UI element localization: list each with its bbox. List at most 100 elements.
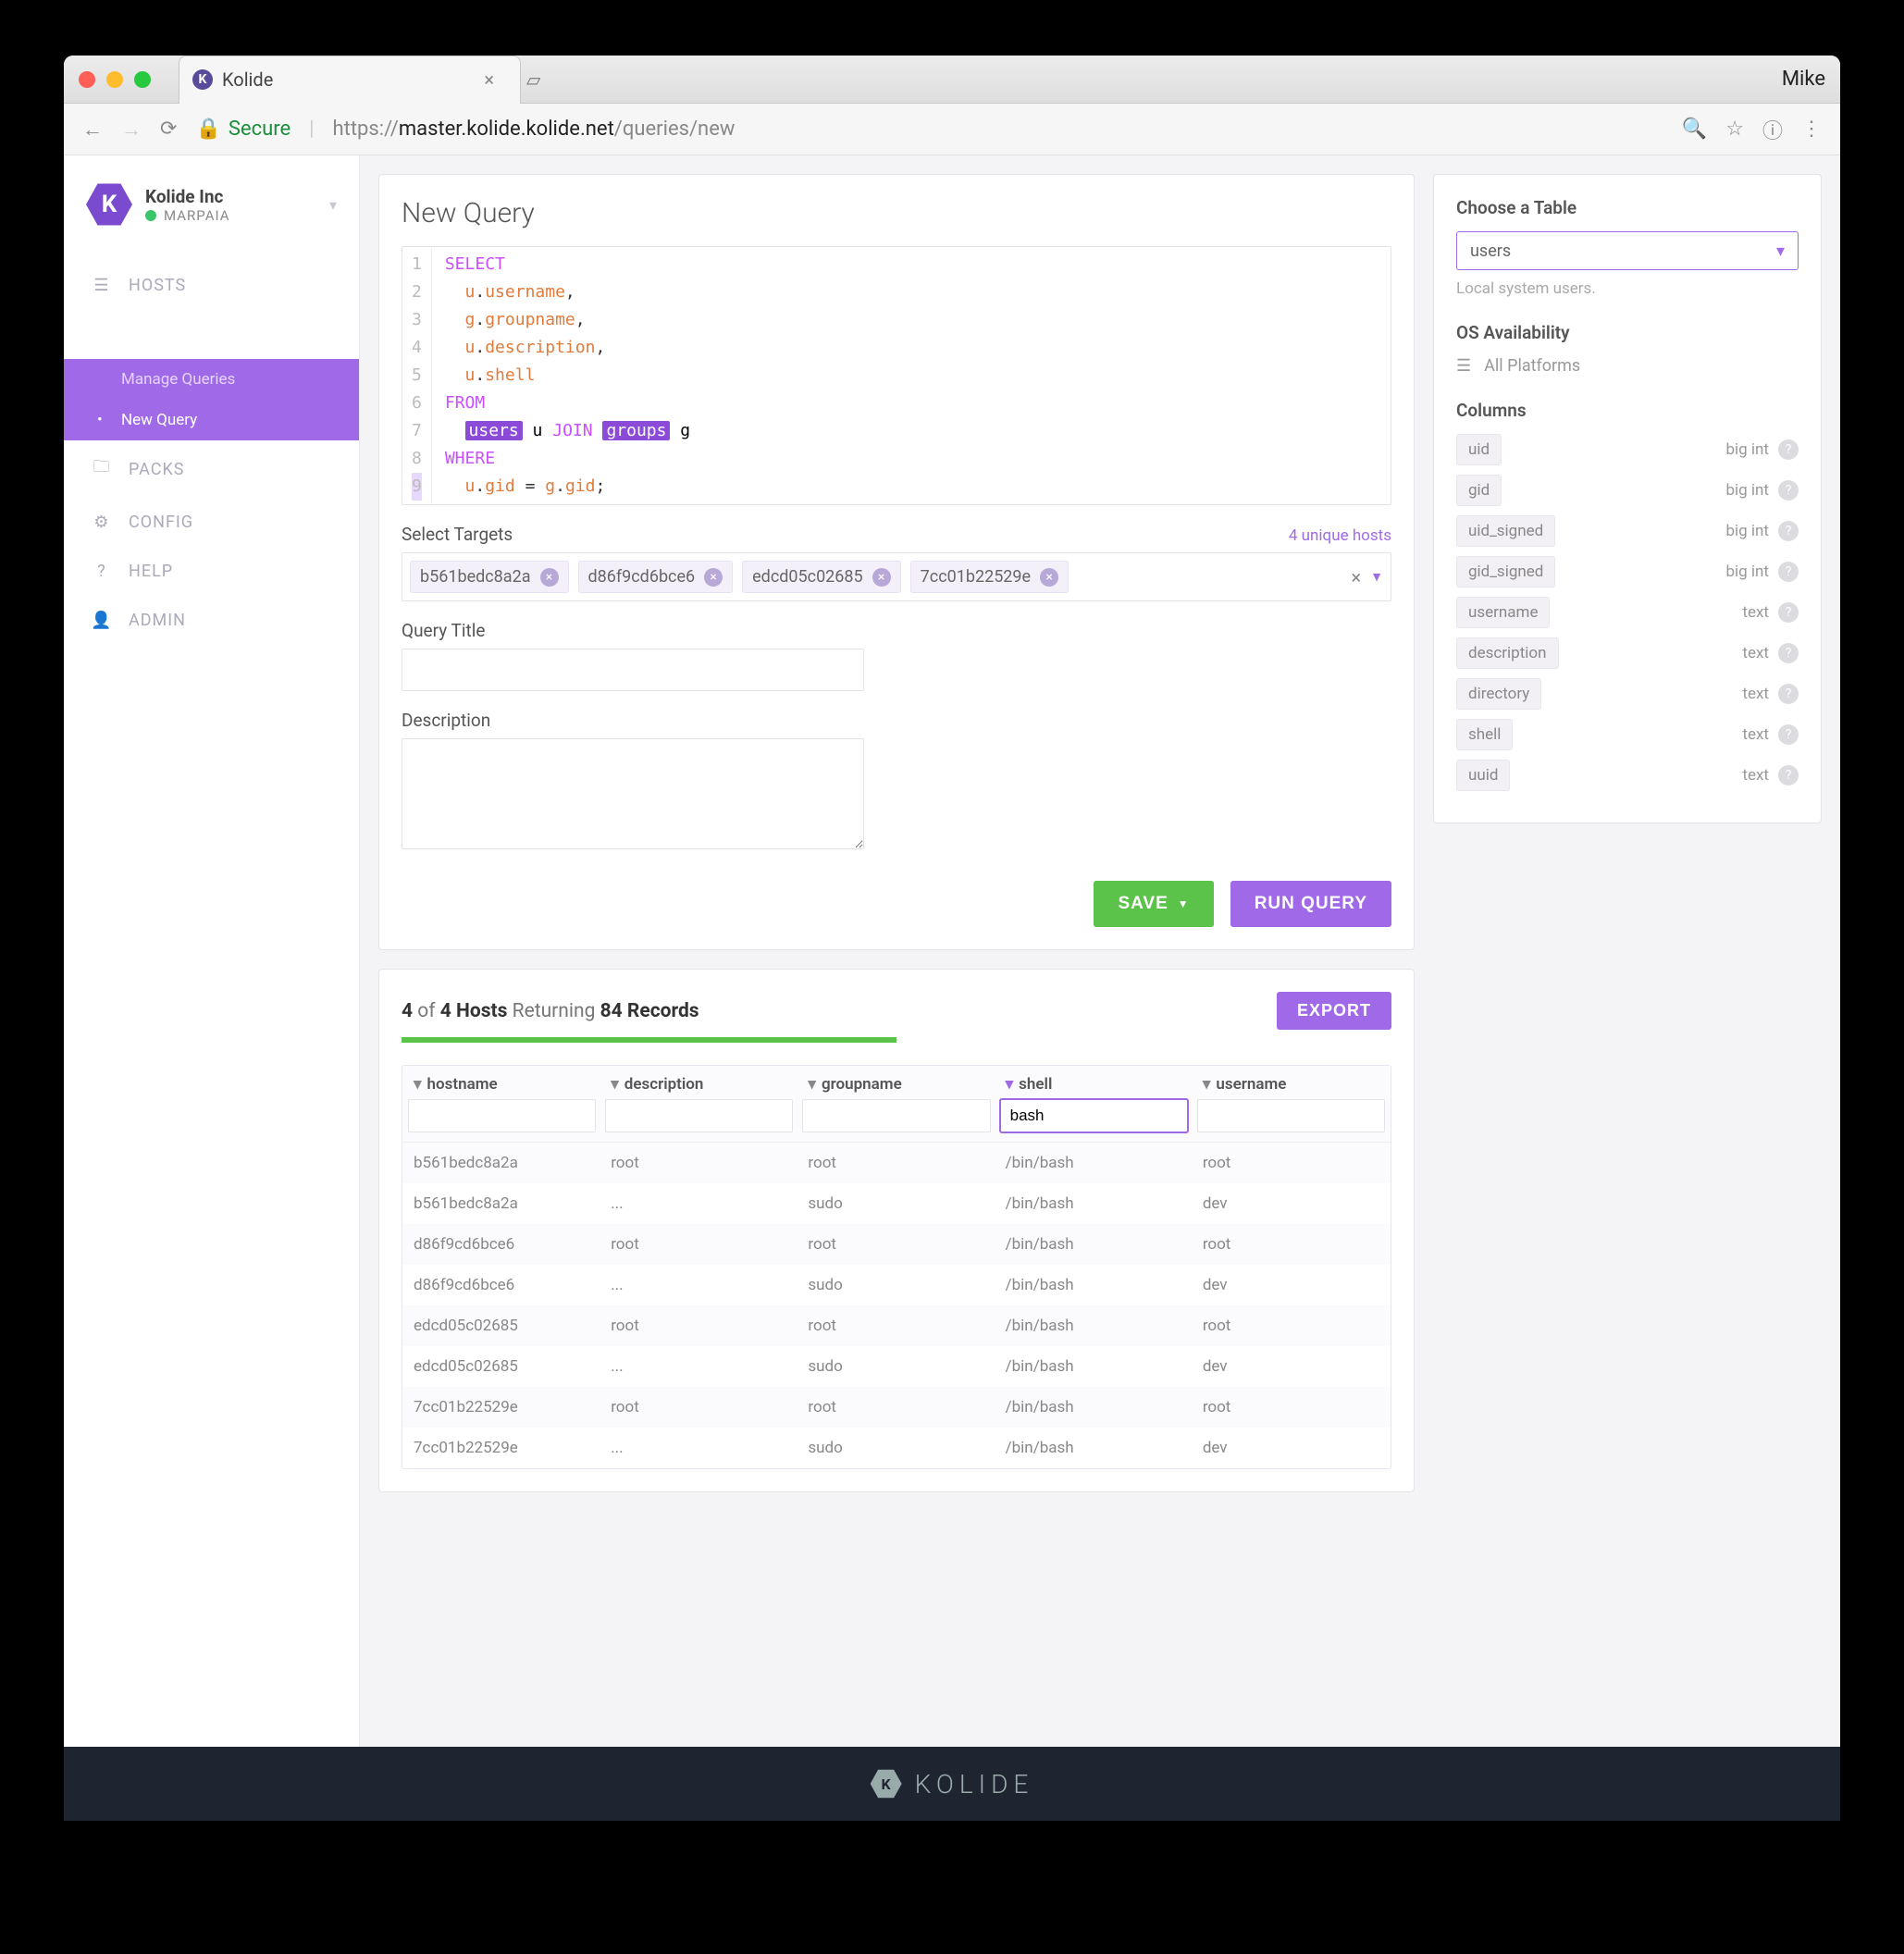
column-filter-input[interactable] — [1197, 1099, 1385, 1132]
query-title-input[interactable] — [402, 649, 864, 691]
back-icon[interactable]: ← — [82, 117, 103, 142]
target-chip[interactable]: d86f9cd6bce6× — [578, 561, 734, 593]
sidebar-item-admin[interactable]: 👤 ADMIN — [64, 596, 359, 645]
close-tab-icon[interactable]: × — [484, 68, 494, 91]
remove-chip-icon[interactable]: × — [540, 568, 559, 587]
chevron-down-icon: ▼ — [1178, 897, 1190, 910]
help-icon[interactable]: ? — [1778, 765, 1799, 785]
schema-panel: Choose a Table users ▾ Local system user… — [1433, 174, 1822, 823]
sidebar: K Kolide Inc MARPAIA ▾ ☰ HOSTS ☰ QUERY M… — [64, 155, 360, 1747]
secure-badge[interactable]: 🔒 Secure — [195, 117, 291, 141]
close-window-icon[interactable] — [79, 71, 95, 88]
address-bar: ← → ⟳ 🔒 Secure | https://master.kolide.k… — [64, 104, 1840, 155]
table-row[interactable]: b561bedc8a2arootroot/bin/bashroot — [402, 1143, 1391, 1183]
sidebar-item-help[interactable]: ? HELP — [64, 547, 359, 596]
sidebar-item-config[interactable]: ⚙ CONFIG — [64, 498, 359, 547]
column-name: gid — [1456, 475, 1502, 506]
help-icon[interactable]: ? — [1778, 521, 1799, 541]
url[interactable]: https://master.kolide.kolide.net/queries… — [333, 117, 1663, 141]
window-controls — [79, 71, 151, 88]
page-title: New Query — [402, 197, 1391, 229]
table-row[interactable]: d86f9cd6bce6...sudo/bin/bashdev — [402, 1265, 1391, 1305]
titlebar: K Kolide × ▱ Mike — [64, 56, 1840, 104]
column-type: big int — [1725, 481, 1769, 500]
tab-title: Kolide — [222, 68, 273, 91]
status-dot-icon — [145, 210, 156, 221]
schema-column: directorytext? — [1456, 678, 1799, 710]
minimize-window-icon[interactable] — [106, 71, 123, 88]
org-logo-icon: K — [86, 181, 132, 228]
run-query-button[interactable]: RUN QUERY — [1230, 881, 1391, 927]
clear-targets-icon[interactable]: × — [1351, 566, 1361, 588]
description-input[interactable] — [402, 738, 864, 849]
browser-window: K Kolide × ▱ Mike ← → ⟳ 🔒 Secure | https… — [64, 56, 1840, 1821]
browser-tab[interactable]: K Kolide × — [179, 56, 521, 104]
column-filter-input[interactable] — [1000, 1099, 1188, 1132]
table-row[interactable]: edcd05c02685...sudo/bin/bashdev — [402, 1346, 1391, 1387]
sidebar-item-packs[interactable]: 🗀 PACKS — [64, 440, 359, 498]
targets-dropdown-icon[interactable]: ▼ — [1370, 569, 1383, 585]
column-header[interactable]: ▾groupname — [802, 1075, 990, 1099]
target-chip[interactable]: b561bedc8a2a× — [410, 561, 569, 593]
column-name: username — [1456, 597, 1550, 628]
gear-icon: ⚙ — [92, 513, 112, 532]
schema-column: shelltext? — [1456, 719, 1799, 750]
table-row[interactable]: d86f9cd6bce6rootroot/bin/bashroot — [402, 1224, 1391, 1265]
table-row[interactable]: edcd05c02685rootroot/bin/bashroot — [402, 1305, 1391, 1346]
star-icon[interactable]: ☆ — [1725, 117, 1744, 141]
help-icon[interactable]: ? — [1778, 643, 1799, 663]
save-button[interactable]: SAVE▼ — [1094, 881, 1213, 927]
sidebar-item-label: PACKS — [129, 460, 185, 479]
profile-name[interactable]: Mike — [1782, 68, 1825, 91]
table-row[interactable]: 7cc01b22529e...sudo/bin/bashdev — [402, 1428, 1391, 1468]
info-icon[interactable]: ⓘ — [1762, 115, 1783, 144]
targets-input[interactable]: b561bedc8a2a×d86f9cd6bce6×edcd05c02685×7… — [402, 552, 1391, 601]
org-name: Kolide Inc — [145, 186, 230, 207]
column-header[interactable]: ▾username — [1197, 1075, 1385, 1099]
column-filter-input[interactable] — [605, 1099, 793, 1132]
maximize-window-icon[interactable] — [134, 71, 151, 88]
new-tab-icon[interactable]: ▱ — [526, 68, 540, 91]
help-icon[interactable]: ? — [1778, 724, 1799, 745]
column-header[interactable]: ▾hostname — [408, 1075, 596, 1099]
menu-icon[interactable]: ⋮ — [1801, 117, 1822, 141]
schema-column: descriptiontext? — [1456, 637, 1799, 669]
remove-chip-icon[interactable]: × — [704, 568, 723, 587]
help-icon[interactable]: ? — [1778, 562, 1799, 582]
table-row[interactable]: b561bedc8a2a...sudo/bin/bashdev — [402, 1183, 1391, 1224]
target-chip[interactable]: 7cc01b22529e× — [910, 561, 1069, 593]
help-icon[interactable]: ? — [1778, 480, 1799, 501]
select-targets-label: Select Targets — [402, 524, 513, 545]
help-icon[interactable]: ? — [1778, 602, 1799, 623]
search-icon[interactable]: 🔍 — [1682, 117, 1707, 141]
sidebar-item-query[interactable]: ☰ QUERY — [64, 310, 359, 359]
results-panel: 4 of 4 Hosts Returning 84 Records EXPORT… — [378, 969, 1415, 1492]
table-row[interactable]: 7cc01b22529erootroot/bin/bashroot — [402, 1387, 1391, 1428]
sidebar-item-hosts[interactable]: ☰ HOSTS — [64, 261, 359, 310]
query-panel: New Query 123456789 SELECT u.username, g… — [378, 174, 1415, 950]
export-button[interactable]: EXPORT — [1277, 992, 1391, 1030]
sidebar-item-manage-queries[interactable]: Manage Queries — [64, 359, 359, 400]
target-chip[interactable]: edcd05c02685 × — [742, 561, 901, 593]
query-title-label: Query Title — [402, 620, 1391, 641]
column-header[interactable]: ▾shell — [1000, 1075, 1188, 1099]
org-user: MARPAIA — [164, 207, 230, 224]
chip-label: edcd05c02685 — [752, 567, 863, 587]
column-filter-input[interactable] — [802, 1099, 990, 1132]
help-icon[interactable]: ? — [1778, 684, 1799, 704]
sidebar-item-label: HOSTS — [129, 276, 186, 295]
org-switcher[interactable]: K Kolide Inc MARPAIA ▾ — [64, 167, 359, 242]
reload-icon[interactable]: ⟳ — [160, 117, 177, 141]
progress-bar — [402, 1037, 896, 1043]
remove-chip-icon[interactable]: × — [1040, 568, 1058, 587]
schema-column: uidbig int? — [1456, 434, 1799, 465]
sidebar-item-new-query[interactable]: New Query — [64, 400, 359, 440]
column-header[interactable]: ▾description — [605, 1075, 793, 1099]
sql-editor[interactable]: 123456789 SELECT u.username, g.groupname… — [402, 246, 1391, 505]
help-icon[interactable]: ? — [1778, 439, 1799, 460]
remove-chip-icon[interactable]: × — [872, 568, 891, 587]
schema-column: usernametext? — [1456, 597, 1799, 628]
query-subnav: Manage Queries New Query — [64, 359, 359, 440]
table-select[interactable]: users ▾ — [1456, 231, 1799, 270]
column-filter-input[interactable] — [408, 1099, 596, 1132]
